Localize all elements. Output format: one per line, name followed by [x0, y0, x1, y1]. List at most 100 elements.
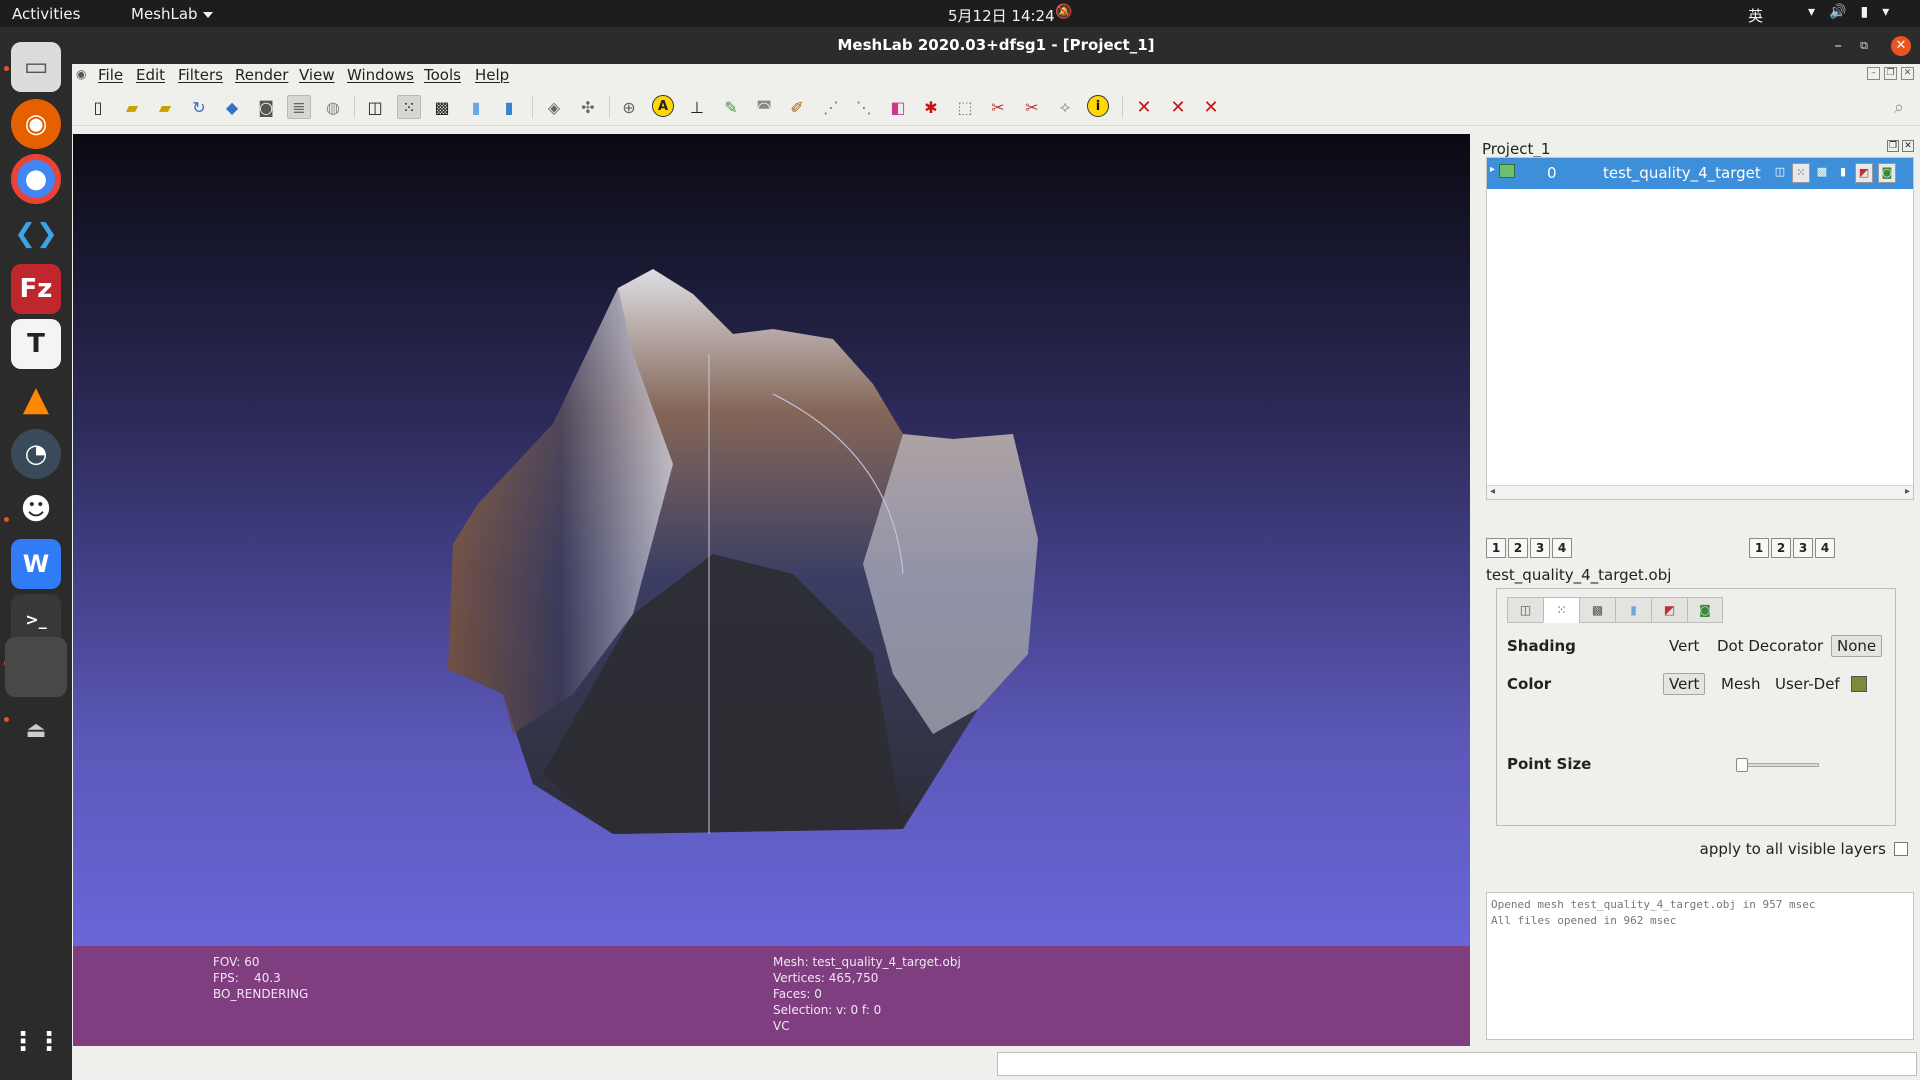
view-slot-button[interactable]: 4	[1815, 538, 1835, 558]
vscode-icon[interactable]: ❮❯	[11, 209, 61, 259]
mdi-minimize-icon[interactable]: –	[1867, 67, 1880, 80]
layer-bbox-icon[interactable]: ◫	[1771, 163, 1789, 183]
qq-icon[interactable]: ☻	[11, 484, 61, 534]
annotation-icon[interactable]: A	[652, 95, 674, 117]
activities-button[interactable]: Activities	[12, 5, 80, 23]
chrome-icon[interactable]: ●	[11, 154, 61, 204]
point-size-slider-handle[interactable]	[1736, 758, 1748, 772]
layer-list[interactable]: ▸ 0 test_quality_4_target ◫ ⁙ ▩ ▮ ◩ ◙ ◂ …	[1486, 157, 1914, 500]
layer-texture-icon[interactable]: ◩	[1855, 163, 1873, 183]
import-mesh-icon[interactable]: ▰	[153, 95, 177, 119]
search-icon[interactable]: ⌕	[1887, 95, 1911, 119]
view-slot-button[interactable]: 1	[1749, 538, 1769, 558]
paint-icon[interactable]: ✐	[785, 95, 809, 119]
new-project-icon[interactable]: ▯	[86, 95, 110, 119]
layers-toggle-icon[interactable]: ≣	[287, 95, 311, 119]
view-slot-button[interactable]: 2	[1771, 538, 1791, 558]
3d-viewport[interactable]	[73, 134, 1470, 946]
point-size-slider[interactable]	[1736, 758, 1819, 772]
mesh-info-icon[interactable]: ⊕	[617, 95, 641, 119]
layer-row[interactable]: ▸ 0 test_quality_4_target ◫ ⁙ ▩ ▮ ◩ ◙	[1487, 158, 1913, 189]
menu-view[interactable]: View	[299, 66, 335, 84]
menu-windows[interactable]: Windows	[347, 66, 414, 84]
layer-wire-icon[interactable]: ▩	[1813, 163, 1831, 183]
layer-options-icon[interactable]: ◙	[1878, 163, 1896, 183]
flat-render-icon[interactable]: ▮	[464, 95, 488, 119]
scroll-right-icon[interactable]: ▸	[1905, 486, 1910, 497]
reload-icon[interactable]: ↻	[187, 95, 211, 119]
trackball-icon[interactable]: ✣	[576, 95, 600, 119]
raster-layers-icon[interactable]: ◍	[321, 95, 345, 119]
color-mesh-option[interactable]: Mesh	[1721, 675, 1761, 693]
mdi-close-icon[interactable]: ✕	[1901, 67, 1914, 80]
points-render-icon[interactable]: ⁙	[397, 95, 421, 119]
select-region-icon[interactable]: ✂	[1020, 95, 1044, 119]
align-icon[interactable]: ◚	[752, 95, 776, 119]
view-slot-button[interactable]: 3	[1530, 538, 1550, 558]
mdi-restore-icon[interactable]: ❐	[1884, 67, 1897, 80]
show-applications-icon[interactable]: ⋮⋮	[10, 1017, 62, 1067]
menu-filters[interactable]: Filters	[178, 66, 223, 84]
shading-dot-decorator-option[interactable]: Dot Decorator	[1717, 637, 1823, 655]
tab-wire[interactable]: ▩	[1579, 597, 1615, 623]
open-project-icon[interactable]: ▰	[120, 95, 144, 119]
typora-icon[interactable]: T	[11, 319, 61, 369]
meshlab-dock-icon[interactable]	[5, 637, 67, 697]
view-slot-button[interactable]: 1	[1486, 538, 1506, 558]
user-def-color-swatch[interactable]	[1851, 676, 1867, 692]
expand-icon[interactable]: ▸	[1490, 164, 1495, 175]
select-conn-comp-icon[interactable]: ⟡	[1053, 95, 1077, 119]
measure-icon[interactable]: ⊥	[685, 95, 709, 119]
snapshot-icon[interactable]: ◙	[254, 95, 278, 119]
lighting-icon[interactable]: ◈	[542, 95, 566, 119]
tab-fill[interactable]: ▮	[1615, 597, 1651, 623]
tab-options[interactable]: ◙	[1687, 597, 1723, 623]
speedtest-icon[interactable]: ◔	[11, 429, 61, 479]
info-icon[interactable]: i	[1087, 95, 1109, 117]
menu-tools[interactable]: Tools	[424, 66, 461, 84]
view-slot-button[interactable]: 4	[1552, 538, 1572, 558]
shading-vert-option[interactable]: Vert	[1669, 637, 1699, 655]
select-rect-icon[interactable]: ⬚	[953, 95, 977, 119]
color-userdef-option[interactable]: User-Def	[1775, 675, 1840, 693]
color-vert-option[interactable]: Vert	[1663, 673, 1706, 695]
wps-icon[interactable]: W	[11, 539, 61, 589]
delete-face-verts-icon[interactable]: ✕	[1166, 95, 1190, 119]
menu-edit[interactable]: Edit	[136, 66, 165, 84]
vlc-icon[interactable]: ▲	[11, 374, 61, 424]
tab-bbox[interactable]: ◫	[1507, 597, 1543, 623]
close-panel-icon[interactable]: ✕	[1902, 140, 1914, 152]
horizontal-scrollbar[interactable]: ◂ ▸	[1487, 485, 1913, 499]
tab-points[interactable]: ⁙	[1543, 597, 1579, 623]
window-titlebar[interactable]: MeshLab 2020.03+dfsg1 - [Project_1] – ⧉ …	[72, 27, 1920, 64]
input-method-indicator[interactable]: 英	[1748, 5, 1763, 26]
color-fill-icon[interactable]: ◧	[886, 95, 910, 119]
float-panel-icon[interactable]: ❐	[1887, 140, 1899, 152]
view-slot-button[interactable]: 2	[1508, 538, 1528, 558]
files-icon[interactable]: ▭	[11, 42, 61, 92]
close-icon[interactable]: ✕	[1891, 36, 1911, 56]
clock[interactable]: 5月12日 14:24	[948, 5, 1055, 26]
shading-none-option[interactable]: None	[1831, 635, 1883, 657]
export-mesh-icon[interactable]: ◆	[220, 95, 244, 119]
select-vertices-icon[interactable]: ⋰	[819, 95, 843, 119]
layer-points-icon[interactable]: ⁙	[1792, 163, 1810, 183]
restore-icon[interactable]: ⧉	[1860, 27, 1868, 64]
apply-all-layers-checkbox[interactable]	[1894, 842, 1908, 856]
minimize-icon[interactable]: –	[1835, 27, 1843, 64]
layer-visibility-icon[interactable]	[1499, 164, 1515, 178]
scroll-left-icon[interactable]: ◂	[1490, 486, 1495, 497]
usb-drive-icon[interactable]: ⏏	[11, 705, 61, 755]
georef-icon[interactable]: ✱	[919, 95, 943, 119]
pick-points-icon[interactable]: ✎	[719, 95, 743, 119]
log-window[interactable]: Opened mesh test_quality_4_target.obj in…	[1486, 892, 1914, 1040]
tab-texture[interactable]: ◩	[1651, 597, 1687, 623]
menu-help[interactable]: Help	[475, 66, 509, 84]
delete-faces-icon[interactable]: ✕	[1132, 95, 1156, 119]
wireframe-render-icon[interactable]: ▩	[430, 95, 454, 119]
system-tray[interactable]: ▾ 🔊 ▮ ▾	[1808, 4, 1889, 20]
menu-render[interactable]: Render	[235, 66, 288, 84]
firefox-icon[interactable]: ◉	[11, 99, 61, 149]
menu-file[interactable]: File	[98, 66, 123, 84]
layer-flat-icon[interactable]: ▮	[1834, 163, 1852, 183]
